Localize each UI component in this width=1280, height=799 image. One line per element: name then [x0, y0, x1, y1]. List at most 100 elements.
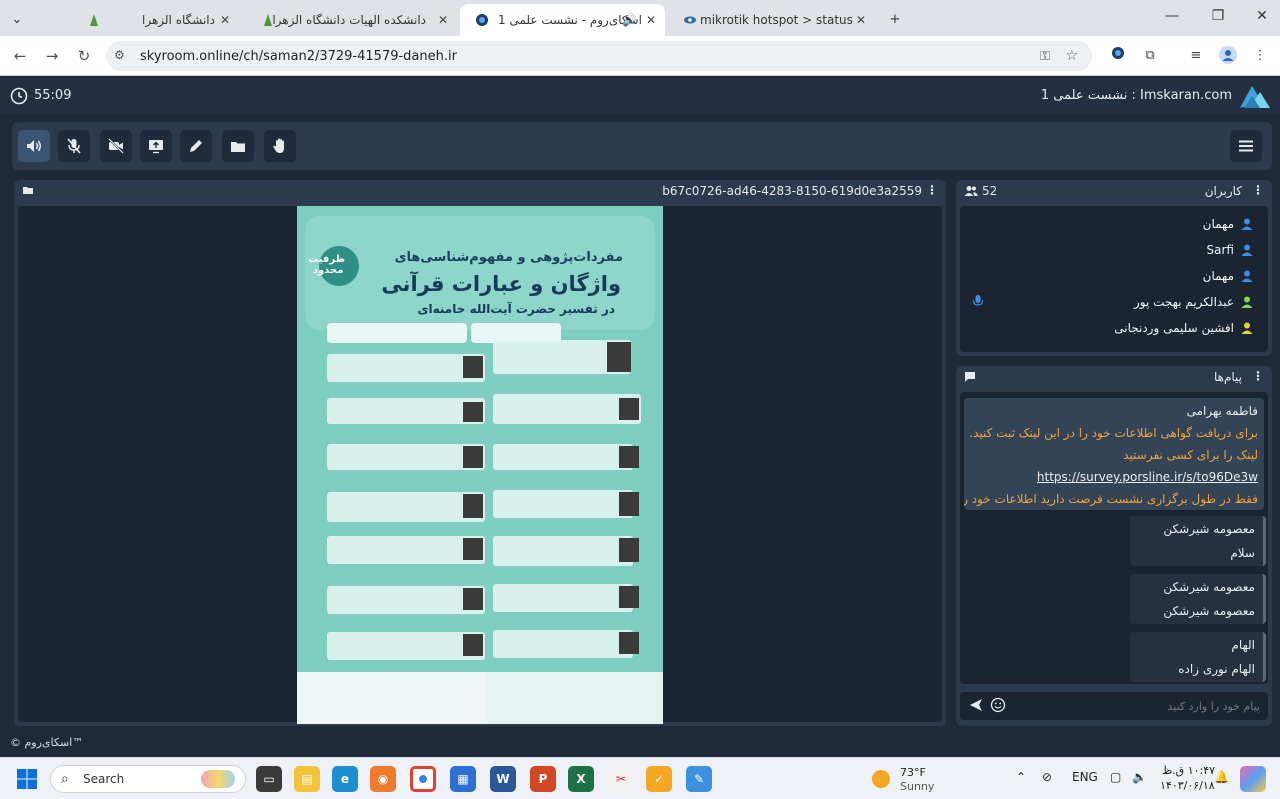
presentation-header: b67c0726-ad46-4283-8150-619d0e3a2559 ⋮ [14, 180, 946, 202]
poster-title-line2: واژگان و عبارات قرآنی [381, 272, 621, 296]
users-group-icon [964, 185, 978, 200]
user-icon [1241, 322, 1253, 334]
weather-sun-icon[interactable] [872, 770, 890, 788]
poster-title-line3: در تفسیر حضرت آیت‌الله خامنه‌ای [417, 302, 615, 316]
firefox-icon[interactable]: ◉ [370, 766, 396, 792]
clock-time[interactable]: ۱۰:۴۷ ق.ظ [1162, 764, 1215, 777]
send-icon[interactable] [968, 697, 984, 716]
back-icon[interactable]: ← [10, 46, 30, 66]
emoji-icon[interactable] [990, 697, 1006, 716]
volume-icon[interactable]: 🔈 [1132, 770, 1147, 784]
reload-icon[interactable]: ↻ [74, 46, 94, 66]
files-button[interactable] [222, 130, 254, 162]
clock-icon [10, 87, 28, 108]
speaker-icon [27, 140, 41, 152]
close-tab-icon[interactable]: ✕ [646, 13, 656, 27]
app-menu-button[interactable] [1230, 130, 1262, 162]
close-tab-icon[interactable]: ✕ [856, 13, 866, 27]
chat-message: معصومه شیرشکن سلام [1130, 516, 1266, 566]
task-view-icon[interactable]: ▭ [256, 766, 282, 792]
chrome-icon[interactable] [410, 766, 436, 792]
user-name: عبدالکریم بهجت پور [1133, 295, 1234, 309]
close-window-icon[interactable]: ✕ [1250, 8, 1274, 24]
user-name: مهمان [1202, 269, 1234, 283]
message-text: الهام نوری زاده [1178, 662, 1255, 676]
maximize-icon[interactable]: ❐ [1206, 8, 1230, 24]
windows-start-icon[interactable] [16, 768, 38, 793]
tab-theology[interactable]: دانشکده الهیات دانشگاه الزهرا ✕ [248, 4, 456, 36]
whiteboard-button[interactable] [180, 130, 212, 162]
tab-skyroom[interactable]: اسکای‌روم - نشست علمی 1 🔊 ✕ [460, 4, 665, 36]
screen-share-button[interactable] [140, 130, 172, 162]
user-row[interactable]: عبدالکریم بهجت پور [1134, 290, 1254, 314]
powerpoint-icon[interactable]: P [530, 766, 556, 792]
messages-more-icon[interactable]: ⋮ [1252, 369, 1264, 383]
message-text: فقط در طول برگزاری نشست فرصت دارید اطلاع… [964, 492, 1258, 506]
password-key-icon[interactable]: ⚿ [1040, 49, 1050, 64]
new-tab-button[interactable]: + [884, 8, 906, 30]
tab-mikrotik[interactable]: mikrotik hotspot > status ✕ [668, 4, 878, 36]
messages-list: فاطمه بهرامی برای دریافت گواهی اطلاعات خ… [960, 392, 1268, 684]
copilot-icon[interactable] [1240, 766, 1266, 792]
weather-temp: 73°F [900, 766, 926, 779]
presentation-more-icon[interactable]: ⋮ [926, 183, 938, 197]
excel-icon[interactable]: X [568, 766, 594, 792]
message-text: معصومه شیرشکن [1163, 604, 1255, 618]
folder-icon[interactable] [22, 184, 34, 199]
microphone-button[interactable] [58, 130, 90, 162]
chat-input[interactable] [1014, 695, 1260, 717]
extensions-puzzle-icon[interactable]: ⧉ [1140, 46, 1160, 66]
tray-overflow-icon[interactable]: ⌃ [1016, 770, 1026, 784]
minimize-icon[interactable]: — [1160, 8, 1184, 24]
users-header: 52 کاربران ⋮ [956, 180, 1272, 202]
survey-link[interactable]: https://survey.porsline.ir/s/to96De3w [1037, 470, 1258, 484]
conference-poster: ظرفیت محدود مفردات‌پژوهی و مفهوم‌شناسی‌ه… [297, 206, 663, 724]
messages-title: پیام‌ها [1213, 370, 1242, 384]
store-icon[interactable]: ▦ [450, 766, 476, 792]
user-row[interactable]: افشین سلیمی وردنجانی [1114, 316, 1254, 340]
mic-off-icon [67, 138, 81, 154]
bookmark-star-icon[interactable]: ☆ [1065, 48, 1078, 64]
app-header: 55:09 Imskaran.com : نشست علمی 1 [0, 78, 1280, 114]
taskbar-search-box[interactable]: ⌕ Search [50, 765, 246, 793]
network-status-icon[interactable]: ⊘ [1042, 770, 1052, 784]
tab-alzahra[interactable]: دانشگاه الزهرا ✕ [40, 4, 245, 36]
url-omnibox[interactable]: ⚙ skyroom.online/ch/saman2/3729-41579-da… [106, 41, 1092, 71]
close-tab-icon[interactable]: ✕ [438, 13, 448, 27]
chat-message: معصومه شیرشکن معصومه شیرشکن [1130, 574, 1266, 624]
word-icon[interactable]: W [490, 766, 516, 792]
close-tab-icon[interactable]: ✕ [220, 13, 230, 27]
camera-button[interactable] [100, 130, 132, 162]
edge-browser-icon[interactable]: e [332, 766, 358, 792]
forward-icon[interactable]: → [42, 46, 62, 66]
user-icon [1241, 244, 1253, 256]
tab-search-button[interactable]: ⌄ [6, 8, 28, 30]
language-indicator[interactable]: ENG [1072, 770, 1098, 784]
notification-app-icon[interactable]: ✓ [646, 766, 672, 792]
search-label: Search [83, 772, 125, 786]
users-more-icon[interactable]: ⋮ [1252, 183, 1264, 197]
users-title: کاربران [1204, 184, 1242, 198]
browser-menu-icon[interactable]: ⋮ [1250, 46, 1270, 66]
site-settings-icon[interactable]: ⚙ [114, 48, 125, 62]
display-icon[interactable]: ▢ [1110, 770, 1121, 784]
paint-icon[interactable]: ✎ [686, 766, 712, 792]
file-explorer-icon[interactable]: ▤ [294, 766, 320, 792]
pen-icon [190, 140, 202, 152]
skyroom-extension-icon[interactable] [1108, 46, 1128, 66]
message-author: معصومه شیرشکن [1163, 580, 1255, 594]
snipping-tool-icon[interactable]: ✂ [608, 766, 634, 792]
user-row[interactable]: Sarfi [1207, 238, 1254, 262]
user-row[interactable]: مهمان [1203, 212, 1254, 236]
mikrotik-favicon-icon [682, 12, 698, 28]
reading-list-icon[interactable]: ≡ [1186, 46, 1206, 66]
url-text: skyroom.online/ch/saman2/3729-41579-dane… [140, 48, 457, 64]
user-row[interactable]: مهمان [1203, 264, 1254, 288]
profile-avatar-icon[interactable] [1218, 46, 1238, 66]
presenter-id: b67c0726-ad46-4283-8150-619d0e3a2559 [662, 184, 922, 198]
raise-hand-button[interactable] [264, 130, 296, 162]
clock-date[interactable]: ۱۴۰۳/۰۶/۱۸ [1160, 779, 1215, 792]
speaking-mic-icon [972, 294, 984, 311]
notification-bell-icon[interactable]: 🔔 [1214, 770, 1229, 784]
speaker-button[interactable] [18, 130, 50, 162]
